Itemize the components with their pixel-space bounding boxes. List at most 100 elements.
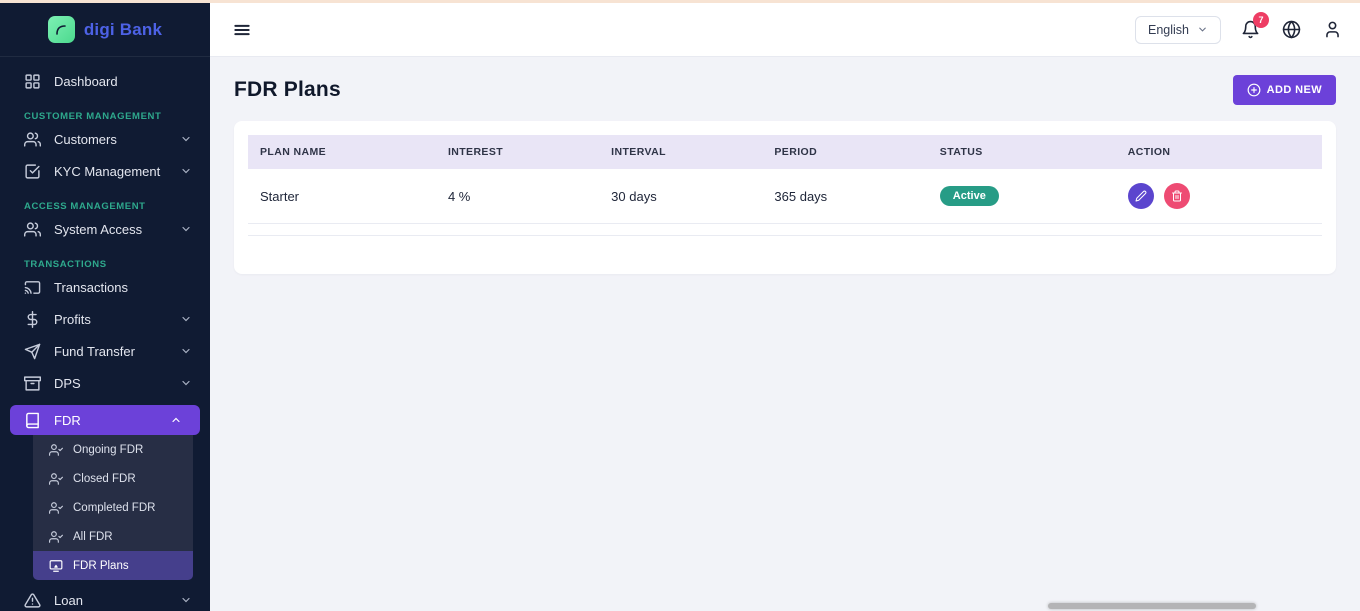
chevron-down-icon [180, 223, 192, 235]
kyc-check-icon [24, 163, 41, 180]
header-interest: INTEREST [436, 135, 599, 169]
page-header: FDR Plans ADD NEW [210, 57, 1360, 119]
chevron-down-icon [180, 377, 192, 389]
user-check-icon [49, 530, 63, 544]
users-icon [24, 221, 41, 238]
cell-action [1116, 169, 1322, 224]
sidebar-item-completed-fdr[interactable]: Completed FDR [33, 493, 193, 522]
table-row: Starter 4 % 30 days 365 days Active [248, 169, 1322, 224]
hamburger-icon[interactable] [228, 16, 256, 44]
sidebar-item-transactions[interactable]: Transactions [0, 271, 210, 303]
sidebar-item-customers[interactable]: Customers [0, 123, 210, 155]
chevron-down-icon [180, 345, 192, 357]
section-customer-management: CUSTOMER MANAGEMENT [0, 103, 210, 123]
sidebar-item-label: Closed FDR [73, 473, 136, 485]
send-icon [24, 343, 41, 360]
alert-triangle-icon [24, 592, 41, 609]
topbar-right-group: English 7 [1135, 16, 1344, 44]
sidebar-item-dps[interactable]: DPS [0, 367, 210, 399]
header-plan-name: PLAN NAME [248, 135, 436, 169]
header-status: STATUS [928, 135, 1116, 169]
chevron-down-icon [1197, 24, 1208, 35]
page-title: FDR Plans [234, 78, 341, 102]
globe-button[interactable] [1280, 18, 1303, 41]
fdr-plans-card: PLAN NAME INTEREST INTERVAL PERIOD STATU… [234, 121, 1336, 274]
user-check-icon [49, 472, 63, 486]
sidebar-item-label: Profits [54, 312, 91, 327]
sidebar-item-label: System Access [54, 222, 142, 237]
add-new-button[interactable]: ADD NEW [1233, 75, 1336, 105]
sidebar-item-label: Completed FDR [73, 502, 155, 514]
section-transactions: TRANSACTIONS [0, 251, 210, 271]
sidebar: digi Bank Dashboard CUSTOMER MANAGEMENT … [0, 0, 210, 611]
sidebar-item-profits[interactable]: Profits [0, 303, 210, 335]
table-spacer-row [248, 224, 1322, 236]
language-selector[interactable]: English [1135, 16, 1221, 44]
header-action: ACTION [1116, 135, 1322, 169]
main-area: English 7 [210, 0, 1360, 611]
cell-interest: 4 % [436, 169, 599, 224]
user-check-icon [49, 443, 63, 457]
sidebar-item-fdr-plans[interactable]: FDR Plans [33, 551, 193, 580]
chevron-down-icon [180, 165, 192, 177]
pencil-icon [1135, 190, 1147, 202]
topbar: English 7 [210, 3, 1360, 57]
sidebar-item-fund-transfer[interactable]: Fund Transfer [0, 335, 210, 367]
book-icon [24, 412, 41, 429]
notifications-button[interactable]: 7 [1239, 18, 1262, 41]
sidebar-item-label: KYC Management [54, 164, 160, 179]
sidebar-item-system-access[interactable]: System Access [0, 213, 210, 245]
archive-icon [24, 375, 41, 392]
sidebar-item-label: Customers [54, 132, 117, 147]
top-accent-strip [0, 0, 1360, 3]
sidebar-item-loan[interactable]: Loan [0, 584, 210, 611]
sidebar-item-kyc-management[interactable]: KYC Management [0, 155, 210, 187]
chevron-down-icon [180, 594, 192, 606]
table-header-row: PLAN NAME INTEREST INTERVAL PERIOD STATU… [248, 135, 1322, 169]
sidebar-item-label: FDR Plans [73, 560, 129, 572]
status-badge: Active [940, 186, 999, 206]
person-icon [1323, 20, 1342, 39]
users-icon [24, 131, 41, 148]
fdr-submenu: Ongoing FDR Closed FDR Completed FDR [33, 435, 193, 580]
sidebar-item-dashboard[interactable]: Dashboard [0, 65, 210, 97]
sidebar-item-fdr[interactable]: FDR [10, 405, 200, 435]
sidebar-item-label: Fund Transfer [54, 344, 135, 359]
notification-count-badge: 7 [1253, 12, 1269, 28]
sidebar-item-label: Ongoing FDR [73, 444, 143, 456]
add-new-label: ADD NEW [1267, 84, 1322, 96]
sidebar-item-ongoing-fdr[interactable]: Ongoing FDR [33, 435, 193, 464]
content-area: FDR Plans ADD NEW PLAN NAME INTEREST [210, 57, 1360, 611]
header-interval: INTERVAL [599, 135, 762, 169]
dashboard-icon [24, 73, 41, 90]
cell-interval: 30 days [599, 169, 762, 224]
plus-circle-icon [1247, 83, 1261, 97]
trash-icon [1171, 190, 1183, 202]
user-check-icon [49, 501, 63, 515]
sidebar-item-label: Dashboard [54, 74, 118, 89]
cell-status: Active [928, 169, 1116, 224]
sidebar-item-closed-fdr[interactable]: Closed FDR [33, 464, 193, 493]
sidebar-item-label: DPS [54, 376, 81, 391]
sidebar-item-all-fdr[interactable]: All FDR [33, 522, 193, 551]
sidebar-item-label: Loan [54, 593, 83, 608]
profile-button[interactable] [1321, 18, 1344, 41]
sidebar-item-label: Transactions [54, 280, 128, 295]
delete-button[interactable] [1164, 183, 1190, 209]
fdr-plans-table: PLAN NAME INTEREST INTERVAL PERIOD STATU… [248, 135, 1322, 236]
sidebar-item-label: All FDR [73, 531, 113, 543]
horizontal-scrollbar-thumb[interactable] [1048, 603, 1256, 609]
monitor-icon [49, 559, 63, 573]
digibank-curve-icon [48, 16, 75, 43]
section-access-management: ACCESS MANAGEMENT [0, 193, 210, 213]
edit-button[interactable] [1128, 183, 1154, 209]
sidebar-item-label: FDR [54, 413, 81, 428]
cast-icon [24, 279, 41, 296]
header-period: PERIOD [762, 135, 927, 169]
chevron-down-icon [180, 133, 192, 145]
language-value: English [1148, 23, 1189, 37]
brand-logo[interactable]: digi Bank [0, 3, 210, 57]
sidebar-nav: Dashboard CUSTOMER MANAGEMENT Customers … [0, 57, 210, 611]
brand-name: digi Bank [84, 20, 162, 40]
cell-plan-name: Starter [248, 169, 436, 224]
